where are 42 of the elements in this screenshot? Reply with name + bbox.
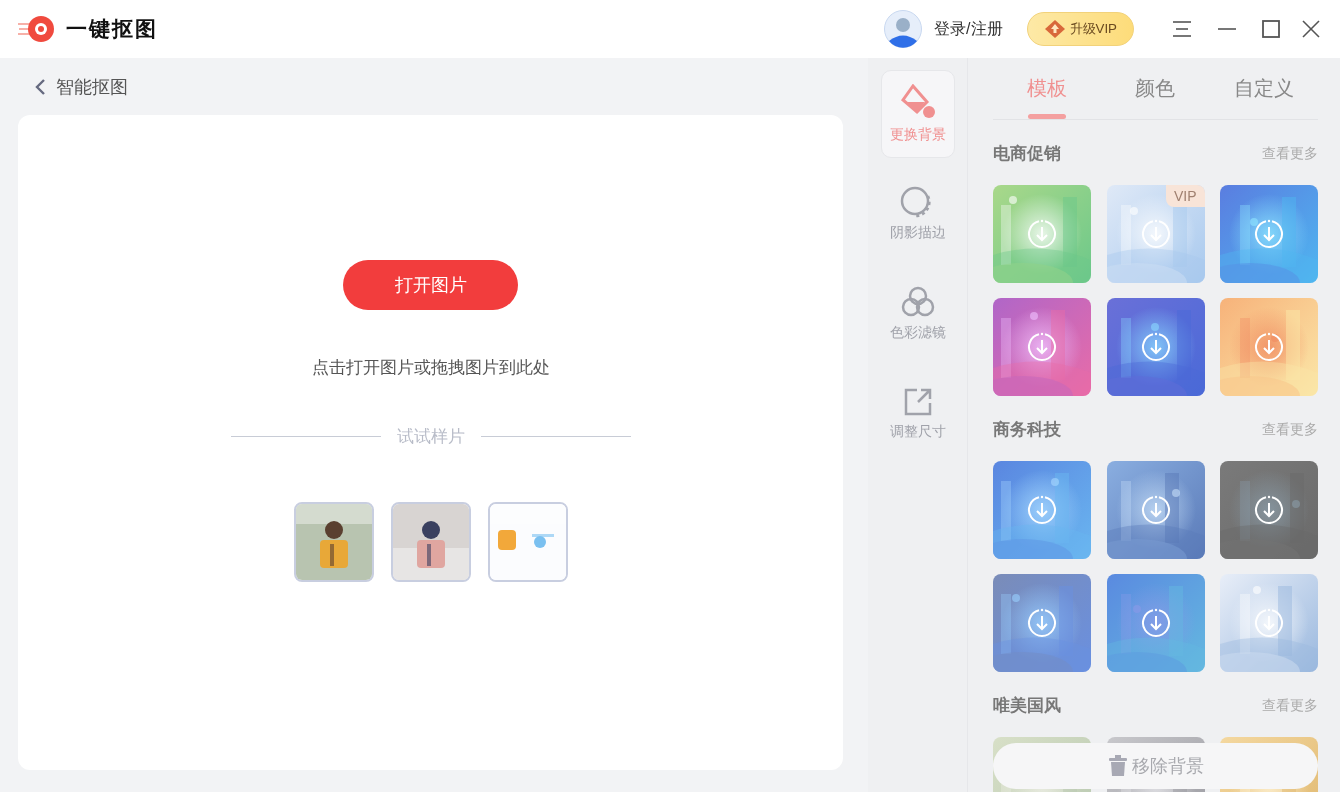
download-icon[interactable] [1254, 608, 1284, 638]
upgrade-vip-button[interactable]: 升级VIP [1026, 12, 1134, 46]
section-title: 电商促销 [993, 143, 1061, 165]
download-icon[interactable] [1254, 332, 1284, 362]
see-more-link[interactable]: 查看更多 [1262, 696, 1318, 715]
logo-icon [18, 15, 56, 43]
drop-hint: 点击打开图片或拖拽图片到此处 [311, 357, 550, 379]
panel-tab[interactable]: 颜色 [1101, 58, 1210, 119]
tool-tab[interactable]: 更换背景 [880, 70, 955, 158]
tool-tab[interactable]: 色彩滤镜 [880, 270, 955, 358]
gem-icon [1043, 19, 1066, 39]
login-link[interactable]: 登录/注册 [934, 18, 1003, 40]
samples-label: 试试样片 [396, 426, 465, 448]
back-icon[interactable] [34, 77, 46, 96]
panel-tab[interactable]: 自定义 [1209, 58, 1318, 119]
download-icon[interactable] [1140, 495, 1171, 525]
avatar-icon [884, 10, 923, 48]
paint-bucket-icon [898, 84, 937, 120]
app-name: 一键抠图 [66, 16, 158, 42]
vip-badge: VIP [1165, 185, 1205, 207]
download-icon[interactable] [1254, 219, 1284, 249]
download-icon[interactable] [1254, 495, 1284, 525]
open-image-button[interactable]: 打开图片 [343, 260, 518, 310]
close-icon[interactable] [1302, 20, 1320, 38]
download-icon[interactable] [1027, 608, 1057, 638]
tool-tab[interactable]: 调整尺寸 [880, 370, 955, 458]
menu-icon[interactable] [1172, 20, 1192, 38]
maximize-icon[interactable] [1262, 20, 1280, 38]
trash-icon [1107, 755, 1128, 777]
resize-icon [902, 387, 933, 417]
download-icon[interactable] [1140, 608, 1171, 638]
download-icon[interactable] [1027, 495, 1057, 525]
panel-tab[interactable]: 模板 [993, 58, 1102, 119]
download-icon[interactable] [1027, 332, 1057, 362]
page-title: 智能抠图 [56, 75, 128, 99]
tool-tab[interactable]: 阴影描边 [880, 170, 955, 258]
section-title: 唯美国风 [993, 695, 1061, 717]
see-more-link[interactable]: 查看更多 [1262, 144, 1318, 163]
see-more-link[interactable]: 查看更多 [1262, 420, 1318, 439]
download-icon[interactable] [1140, 332, 1171, 362]
color-circles-icon [900, 286, 935, 318]
section-title: 商务科技 [993, 419, 1061, 441]
